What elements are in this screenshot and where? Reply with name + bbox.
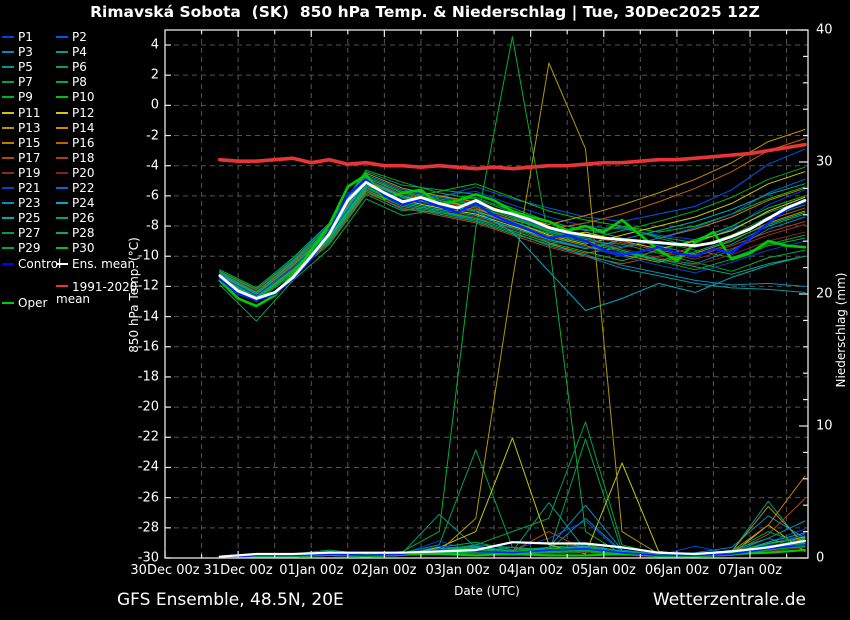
left-axis-tick-label: -28 — [138, 520, 159, 535]
right-axis-tick-label: 10 — [816, 419, 833, 434]
footer-brand: Wetterzentrale.de — [653, 590, 806, 610]
x-axis-tick-label: 30Dec 00z — [130, 563, 199, 578]
x-axis-tick-label: 01Jan 00z — [279, 563, 343, 578]
precip-series-P13 — [220, 63, 805, 558]
left-axis-tick-label: 2 — [151, 68, 159, 83]
left-axis-tick-label: -8 — [146, 219, 159, 234]
precip-series-P7 — [220, 439, 805, 558]
x-axis-tick-label: 02Jan 00z — [352, 563, 416, 578]
left-axis-tick-label: -24 — [138, 460, 159, 475]
temp-series-1991-2020 mean — [220, 145, 805, 169]
right-axis-tick-label: 30 — [816, 155, 833, 170]
right-axis-tick-label: 40 — [816, 23, 833, 38]
series-lines — [220, 37, 805, 558]
right-axis-tick-label: 20 — [816, 287, 833, 302]
meteogram-canvas: Rimavská Sobota (SK) 850 hPa Temp. & Nie… — [0, 0, 850, 620]
left-axis-tick-label: -2 — [146, 128, 159, 143]
left-axis-tick-label: -22 — [138, 430, 159, 445]
precip-series-P27 — [220, 422, 805, 558]
right-axis-title: Niederschlag (mm) — [834, 273, 848, 388]
left-axis-tick-label: 4 — [151, 38, 159, 53]
right-axis-tick-label: 0 — [816, 551, 824, 566]
x-axis-tick-label: 31Dec 00z — [204, 563, 273, 578]
left-axis-title: 850 hPa Temp. (°C) — [127, 237, 141, 353]
precip-series-P9 — [220, 37, 805, 558]
x-axis-tick-label: 05Jan 00z — [572, 563, 636, 578]
left-axis-tick-label: -18 — [138, 369, 159, 384]
x-axis-title: Date (UTC) — [454, 584, 520, 598]
left-axis-tick-label: -20 — [138, 400, 159, 415]
x-axis-tick-label: 07Jan 00z — [718, 563, 782, 578]
x-axis-tick-label: 03Jan 00z — [425, 563, 489, 578]
left-axis-tick-label: 0 — [151, 98, 159, 113]
x-axis-tick-label: 04Jan 00z — [499, 563, 563, 578]
x-axis-tick-label: 06Jan 00z — [645, 563, 709, 578]
precip-series-P15 — [220, 476, 805, 558]
left-axis-tick-label: -4 — [146, 158, 159, 173]
footer-model-info: GFS Ensemble, 48.5N, 20E — [117, 590, 344, 610]
left-axis-tick-label: -6 — [146, 188, 159, 203]
left-axis-tick-label: -26 — [138, 490, 159, 505]
